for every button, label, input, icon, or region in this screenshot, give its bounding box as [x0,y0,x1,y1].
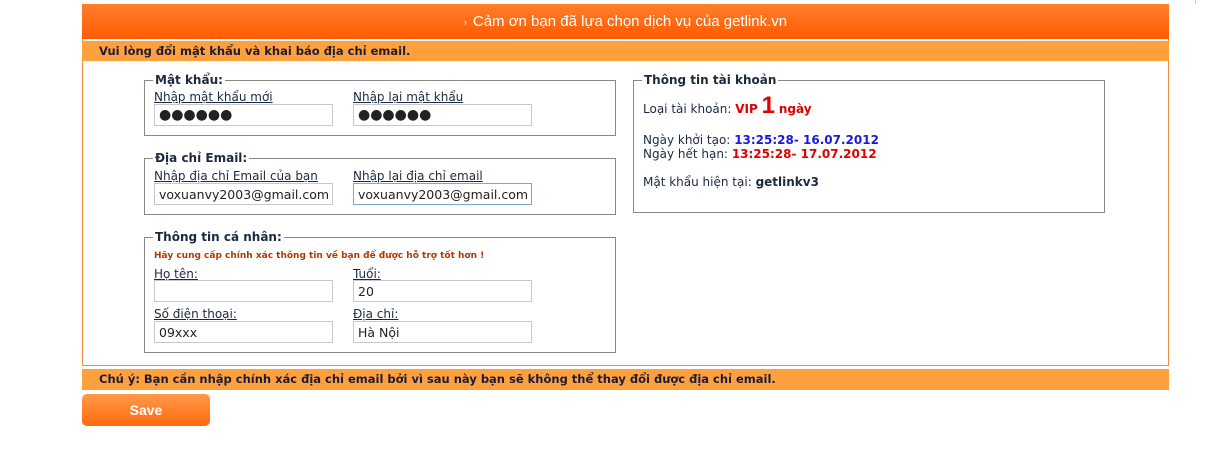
current-password-row: Mật khẩu hiện tại: getlinkv3 [643,175,819,189]
account-type-unit: ngày [778,102,812,116]
account-legend: Thông tin tài khoản [644,73,777,87]
expire-value: 13:25:28- 17.07.2012 [731,147,877,161]
phone-label: Số điện thoại: [154,307,237,321]
confirm-password-input[interactable] [353,104,532,126]
confirm-email-input[interactable] [353,183,532,205]
personal-legend: Thông tin cá nhân: [155,230,282,244]
page-title: Cảm ơn bạn đã lựa chọn dịch vụ của getli… [472,13,788,30]
email-legend: Địa chỉ Email: [155,151,248,165]
name-label: Họ tên: [154,267,198,281]
address-label: Địa chỉ: [353,307,399,321]
created-row: Ngày khởi tạo: 13:25:28- 16.07.2012 [643,133,879,147]
account-type-vip: VIP [735,102,758,116]
account-type-row: Loại tài khoản: VIP 1 ngày [643,92,812,120]
expire-label: Ngày hết hạn: [643,147,728,161]
name-input[interactable] [154,280,333,302]
password-legend: Mật khẩu: [155,73,223,87]
save-button[interactable]: Save [82,394,210,426]
age-input[interactable] [353,280,532,302]
instruction-bar: Vui lòng đổi mật khẩu và khai báo địa ch… [82,41,1169,61]
account-type-days: 1 [761,92,775,119]
note-bar: Chú ý: Bạn cần nhập chính xác địa chỉ em… [82,369,1169,390]
personal-hint: Hãy cung cấp chính xác thông tin về bạn … [154,251,485,261]
email-label: Nhập địa chỉ Email của bạn [154,169,318,183]
arrow-icon: › [463,16,467,27]
email-input[interactable] [154,183,333,205]
new-password-label: Nhập mật khẩu mới [154,90,273,104]
created-value: 13:25:28- 16.07.2012 [734,133,879,147]
current-password-label: Mật khẩu hiện tại: [643,175,752,189]
address-input[interactable] [353,321,532,343]
current-password-value: getlinkv3 [755,175,819,189]
confirm-email-label: Nhập lại địa chỉ email [353,169,483,183]
header-bar: › Cảm ơn bạn đã lựa chọn dịch vụ của get… [82,4,1169,39]
account-type-label: Loại tài khoản: [643,102,732,116]
expire-row: Ngày hết hạn: 13:25:28- 17.07.2012 [643,147,877,161]
phone-input[interactable] [154,321,333,343]
page-divider [1195,0,1196,4]
created-label: Ngày khởi tạo: [643,133,731,147]
age-label: Tuổi: [353,267,381,281]
confirm-password-label: Nhập lại mật khẩu [353,90,464,104]
new-password-input[interactable] [154,104,333,126]
